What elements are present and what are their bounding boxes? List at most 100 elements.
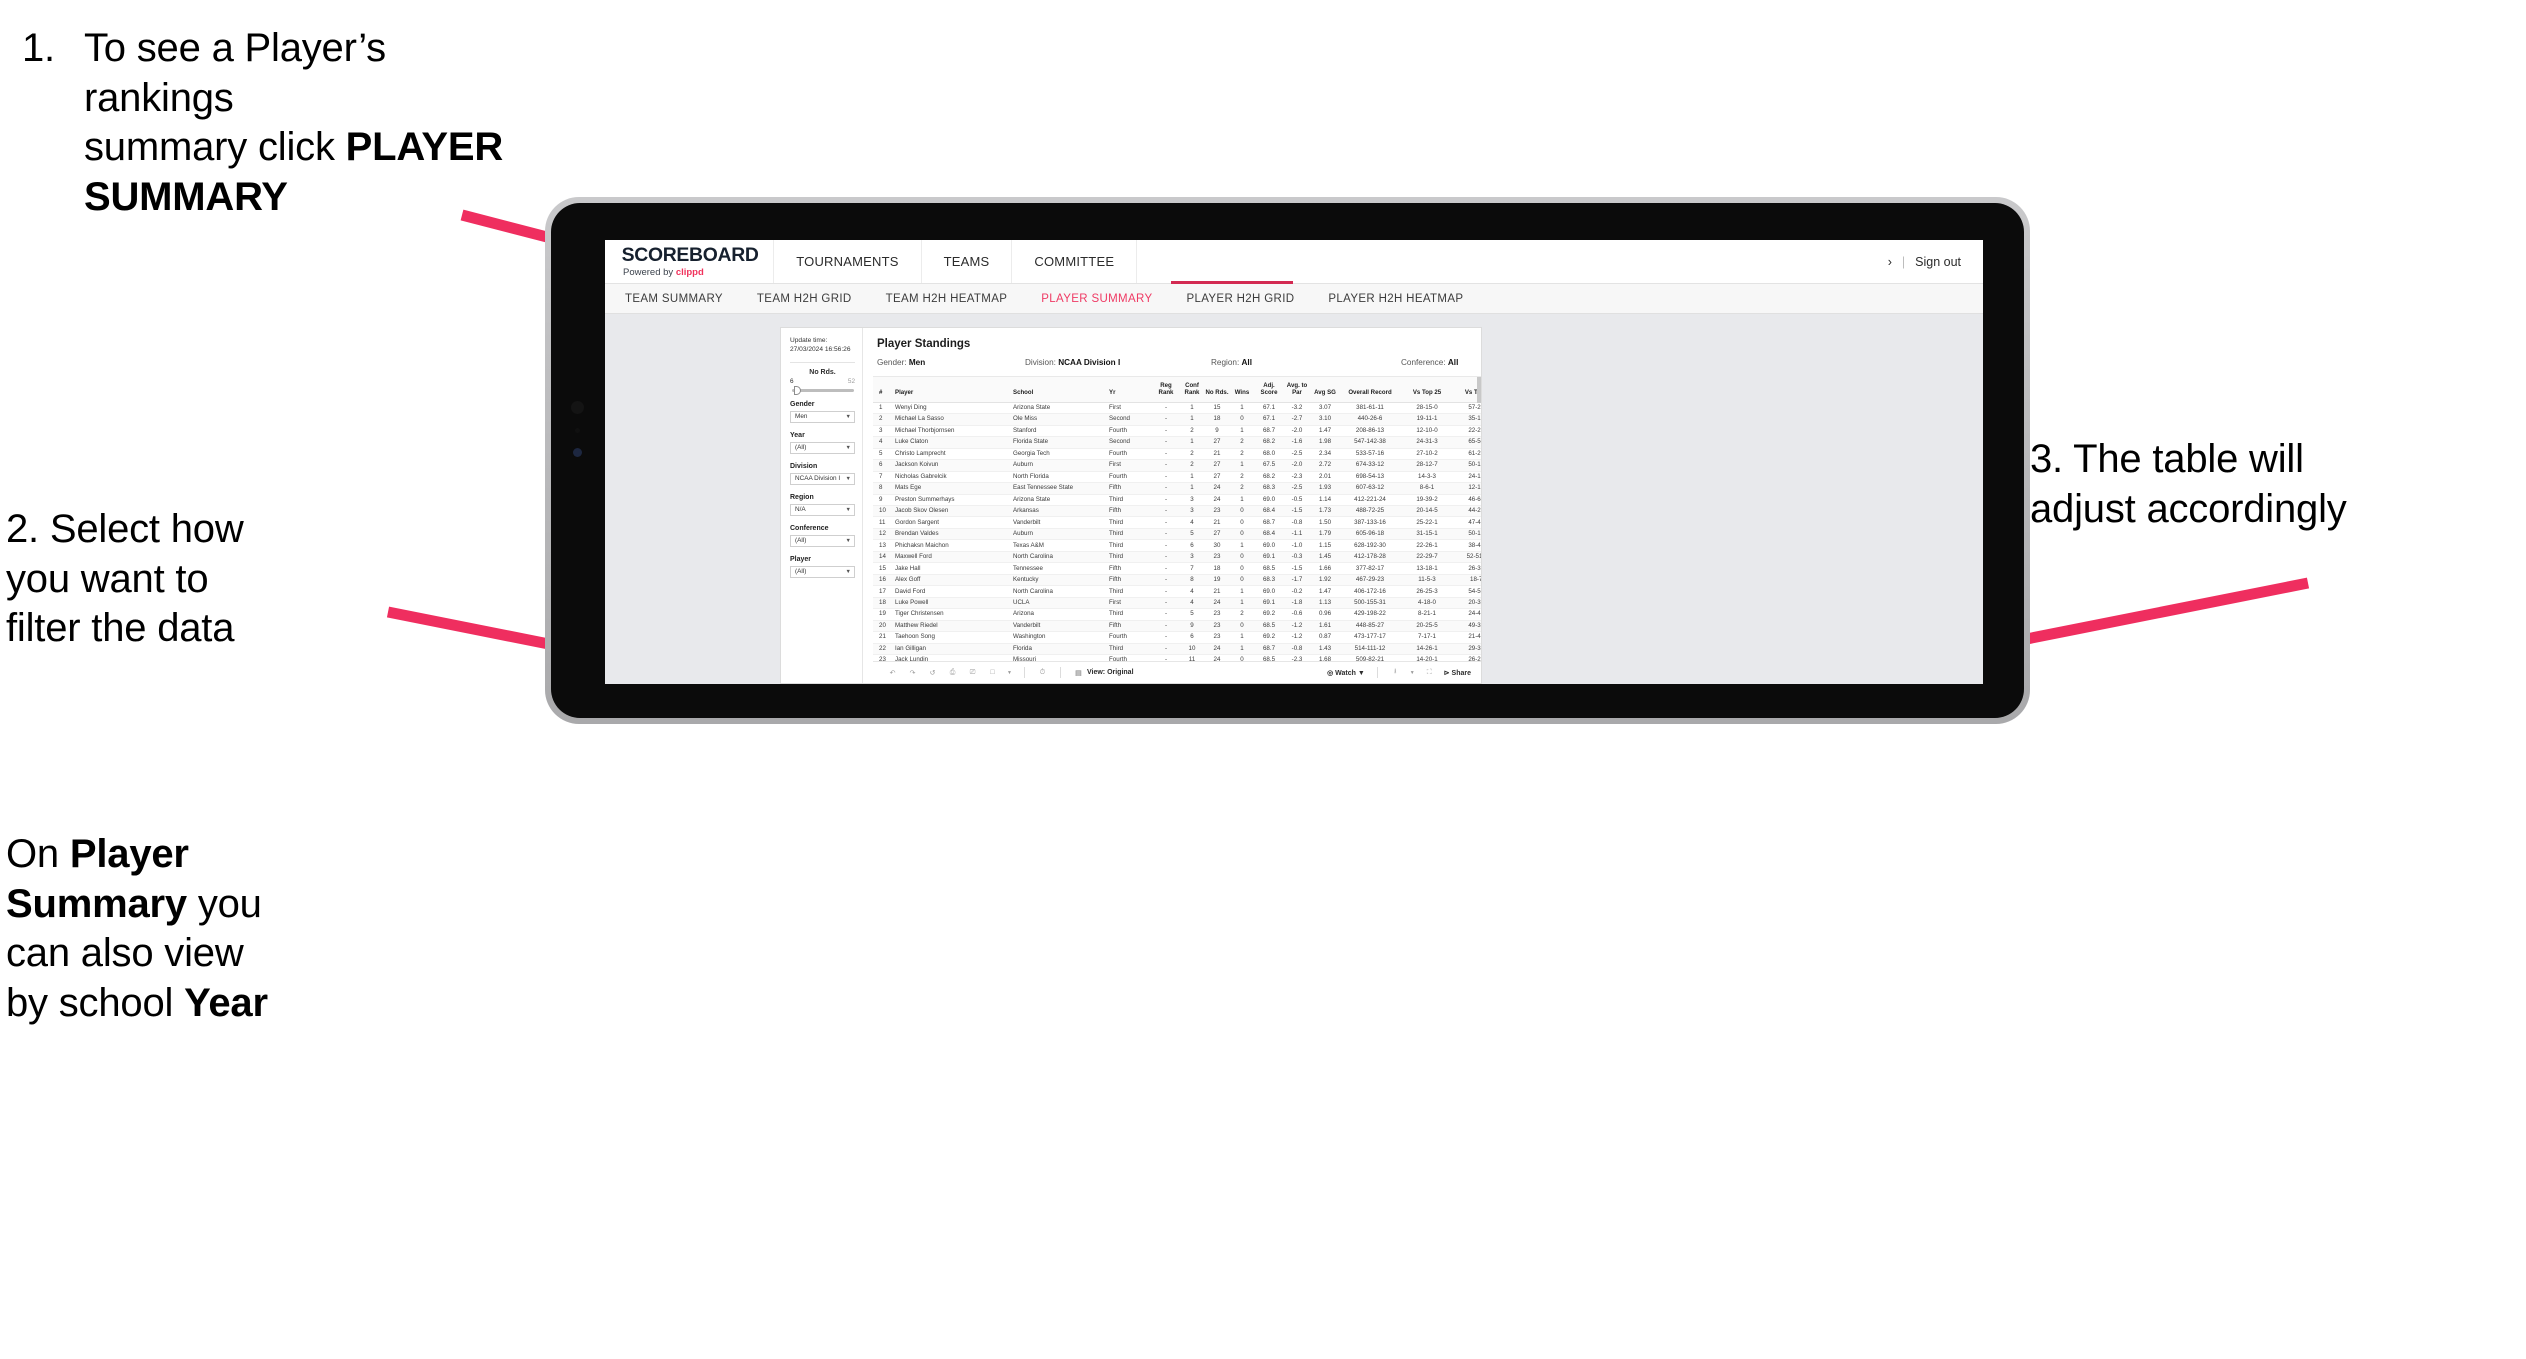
tab-player-h2h-grid[interactable]: PLAYER H2H GRID	[1186, 293, 1294, 305]
table-row[interactable]: 5 Christo Lamprecht Georgia Tech Fourth -2 21…	[873, 448, 1481, 461]
cell-rec: 412-221-24	[1339, 494, 1401, 507]
refresh-data-icon[interactable]: ⎙	[947, 667, 958, 678]
filter-conference-select[interactable]: (All) ▼	[790, 534, 855, 547]
cell-t50: 24-45-1	[1453, 608, 1481, 621]
th-yr[interactable]: Yr	[1109, 377, 1153, 403]
tab-player-summary[interactable]: PLAYER SUMMARY	[1041, 293, 1152, 305]
filter-gender-select[interactable]: Men ▼	[790, 410, 855, 423]
filter-player-select[interactable]: (All) ▼	[790, 565, 855, 578]
cell-nords: 24	[1205, 654, 1229, 661]
cell-nords: 19	[1205, 574, 1229, 587]
nav-item-teams[interactable]: TEAMS	[922, 240, 1013, 283]
table-scrollbar[interactable]	[1477, 377, 1481, 403]
watch-button[interactable]: ◎ Watch ▼	[1327, 669, 1365, 677]
sign-out-link[interactable]: Sign out	[1915, 255, 1961, 269]
table-row[interactable]: 9 Preston Summerhays Arizona State Third -3 2…	[873, 494, 1481, 507]
th-vs-top-25[interactable]: Vs Top 25	[1401, 377, 1453, 403]
cell-conf: 1	[1179, 413, 1205, 426]
tab-team-h2h-grid[interactable]: TEAM H2H GRID	[757, 293, 852, 305]
fullscreen-icon[interactable]: ⛶	[1424, 667, 1435, 678]
cell-sg: 1.47	[1311, 425, 1339, 438]
table-row[interactable]: 13 Phichaksn Maichon Texas A&M Third -6 30 1 69…	[873, 539, 1481, 552]
table-row[interactable]: 18 Luke Powell UCLA First -4 24 1 69.1 -1.8 1.13 5…	[873, 597, 1481, 610]
cell-atp: -1.8	[1283, 597, 1311, 610]
th-avg-to-par[interactable]: Avg. to Par	[1283, 377, 1311, 403]
tab-team-summary[interactable]: TEAM SUMMARY	[625, 293, 723, 305]
table-row[interactable]: 17 David Ford North Carolina Third -4 21 1 69.0…	[873, 585, 1481, 598]
cell-reg: -	[1153, 528, 1179, 541]
view-original-button[interactable]: ▤ View: Original	[1073, 667, 1133, 678]
table-row[interactable]: 11 Gordon Sargent Vanderbilt Third -4 21 0 68.7…	[873, 516, 1481, 529]
chevron-down-icon[interactable]: ▼	[1007, 670, 1012, 676]
summary-division: Division: NCAA Division I	[1025, 358, 1121, 367]
table-row[interactable]: 20 Matthew Riedel Vanderbilt Fifth -9 23 0 68.5…	[873, 620, 1481, 633]
app-header: SCOREBOARD Powered by clippd TOURNAMENTS…	[605, 240, 1983, 284]
cell-rank: 23	[873, 654, 895, 661]
chevron-down-icon[interactable]: ▼	[1410, 670, 1415, 676]
cell-rank: 12	[873, 528, 895, 541]
table-row[interactable]: 16 Alex Goff Kentucky Fifth -8 19 0 68.3 -1.7 1.9…	[873, 574, 1481, 587]
table-row[interactable]: 19 Tiger Christensen Arizona Third -5 23 2 69.2…	[873, 608, 1481, 621]
table-row[interactable]: 7 Nicholas Gabrelcik North Florida Fourth -1…	[873, 471, 1481, 484]
table-row[interactable]: 14 Maxwell Ford North Carolina Third -3 23 0 69…	[873, 551, 1481, 564]
device-layout-icon[interactable]: □	[987, 667, 998, 678]
chevron-down-icon: ▼	[845, 475, 851, 482]
pause-icon[interactable]: ⎚	[967, 667, 978, 678]
cell-player: Taehoon Song	[895, 631, 1013, 644]
filter-year-select[interactable]: (All) ▼	[790, 441, 855, 454]
cell-adj: 69.0	[1255, 585, 1283, 598]
cell-rec: 387-133-16	[1339, 516, 1401, 529]
cell-t50: 44-26-8	[1453, 505, 1481, 518]
table-row[interactable]: 8 Mats Ege East Tennessee State Fifth -1 24 2 6…	[873, 482, 1481, 495]
cell-adj: 67.5	[1255, 459, 1283, 472]
th-player[interactable]: Player	[895, 377, 1013, 403]
download-icon[interactable]: ⭳	[1390, 667, 1401, 678]
cell-adj: 69.1	[1255, 597, 1283, 610]
table-row[interactable]: 21 Taehoon Song Washington Fourth -6 23 1 69.2-…	[873, 631, 1481, 644]
filter-year-label: Year	[790, 431, 805, 439]
table-row[interactable]: 22 Ian Gilligan Florida Third -10 24 1 68.7 -0.8…	[873, 643, 1481, 656]
cell-t25: 11-5-3	[1401, 574, 1453, 587]
no-rounds-slider[interactable]	[792, 385, 854, 395]
table-row[interactable]: 1 Wenyi Ding Arizona State First -1 15 1 67.1 -3…	[873, 402, 1481, 415]
nav-item-tournaments[interactable]: TOURNAMENTS	[774, 240, 922, 283]
table-row[interactable]: 6 Jackson Koivun Auburn First -2 27 1 67.5 -2.0 2…	[873, 459, 1481, 472]
table-row[interactable]: 10 Jacob Skov Olesen Arkansas Fifth -3 23 0 68.…	[873, 505, 1481, 518]
th-conf-rank[interactable]: Conf Rank	[1179, 377, 1205, 403]
th-no-rds[interactable]: No Rds.	[1205, 377, 1229, 403]
cell-player: David Ford	[895, 585, 1013, 598]
th-wins[interactable]: Wins	[1229, 377, 1255, 403]
clock-icon[interactable]: ⏱	[1037, 667, 1048, 678]
th-reg-rank[interactable]: Reg Rank	[1153, 377, 1179, 403]
filter-region-select[interactable]: N/A ▼	[790, 503, 855, 516]
th-school[interactable]: School	[1013, 377, 1109, 403]
undo-icon[interactable]: ↶	[887, 667, 898, 678]
account-chevron-icon[interactable]: ›	[1888, 255, 1892, 269]
redo-icon[interactable]: ↷	[907, 667, 918, 678]
share-button[interactable]: ⊳ Share	[1444, 669, 1471, 677]
table-row[interactable]: 12 Brendan Valdes Auburn Third -5 27 0 68.4 -1.1…	[873, 528, 1481, 541]
filter-division-select[interactable]: NCAA Division I ▼	[790, 472, 855, 485]
cell-wins: 2	[1229, 436, 1255, 449]
table-row[interactable]: 3 Michael Thorbjornsen Stanford Fourth -2 9 1 6…	[873, 425, 1481, 438]
revert-icon[interactable]: ↺	[927, 667, 938, 678]
th-avg-sg[interactable]: Avg SG	[1311, 377, 1339, 403]
cell-rank: 8	[873, 482, 895, 495]
th-rank[interactable]: #	[873, 377, 895, 403]
table-row[interactable]: 23 Jack Lundin Missouri Fourth -11 24 0 68.5 -2.…	[873, 654, 1481, 661]
table-row[interactable]: 15 Jake Hall Tennessee Fifth -7 18 0 68.5 -1.5 1.…	[873, 562, 1481, 575]
tab-team-h2h-heatmap[interactable]: TEAM H2H HEATMAP	[886, 293, 1008, 305]
app-logo[interactable]: SCOREBOARD Powered by clippd	[605, 240, 775, 283]
chevron-down-icon: ▼	[845, 444, 851, 451]
table-row[interactable]: 2 Michael La Sasso Ole Miss Second -1 18 0 67.1…	[873, 413, 1481, 426]
slider-thumb[interactable]	[794, 385, 801, 395]
cell-nords: 24	[1205, 482, 1229, 495]
table-row[interactable]: 4 Luke Claton Florida State Second -1 27 2 68.2…	[873, 436, 1481, 449]
th-overall-record[interactable]: Overall Record	[1339, 377, 1401, 403]
cell-player: Jackson Koivun	[895, 459, 1013, 472]
filter-player-label: Player	[790, 555, 812, 563]
nav-item-committee[interactable]: COMMITTEE	[1012, 240, 1138, 283]
th-adj-score[interactable]: Adj. Score	[1255, 377, 1283, 403]
cell-wins: 1	[1229, 425, 1255, 438]
tab-player-h2h-heatmap[interactable]: PLAYER H2H HEATMAP	[1328, 293, 1463, 305]
